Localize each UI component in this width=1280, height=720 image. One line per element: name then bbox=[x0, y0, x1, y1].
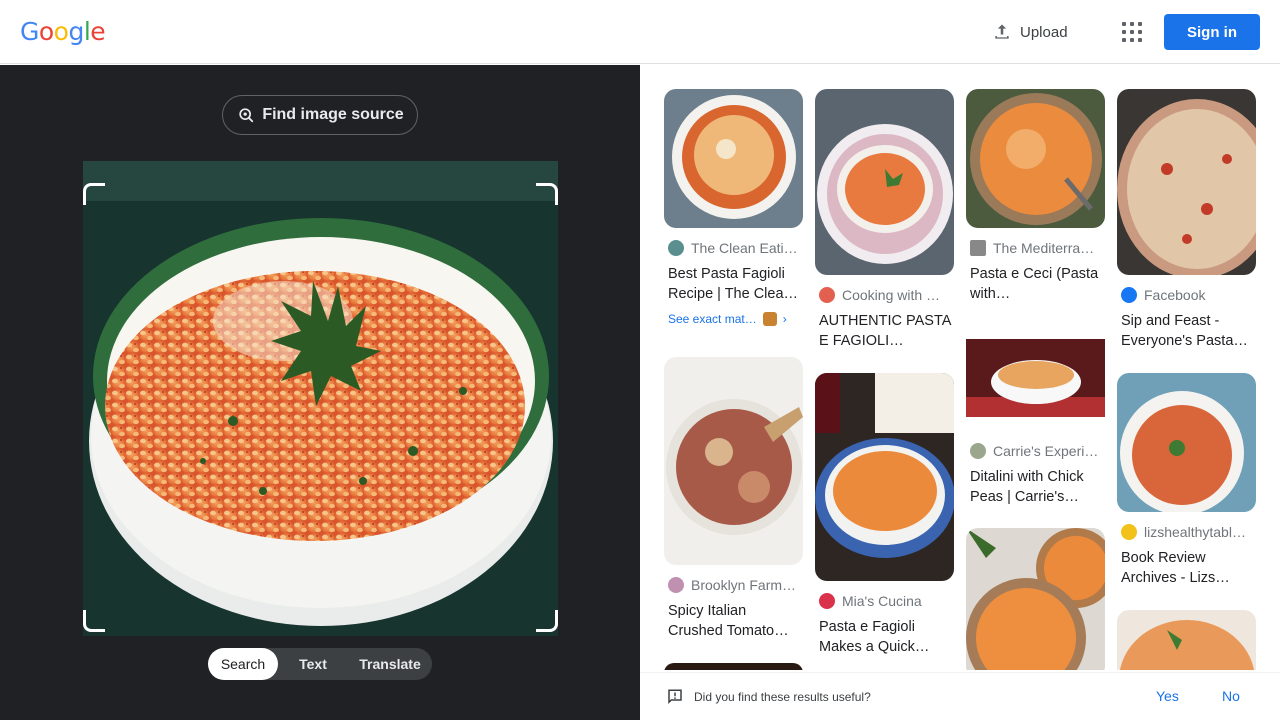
favicon-icon bbox=[668, 577, 684, 593]
result-card[interactable]: Mia's Cucina Pasta e Fagioli Makes a Qui… bbox=[815, 373, 954, 657]
feedback-question: Did you find these results useful? bbox=[694, 690, 871, 704]
facebook-icon bbox=[1121, 287, 1137, 303]
result-title[interactable]: AUTHENTIC PASTA E FAGIOLI… bbox=[815, 311, 954, 351]
upload-label: Upload bbox=[1020, 23, 1068, 41]
result-source: The Mediterra… bbox=[966, 240, 1105, 256]
result-card[interactable]: Facebook Sip and Feast - Everyone's Past… bbox=[1117, 89, 1256, 351]
favicon-icon bbox=[819, 287, 835, 303]
feedback-yes-button[interactable]: Yes bbox=[1156, 688, 1179, 704]
result-title[interactable]: Sip and Feast - Everyone's Pasta… bbox=[1117, 311, 1256, 351]
find-image-source-button[interactable]: Find image source bbox=[222, 95, 418, 135]
result-thumbnail[interactable] bbox=[664, 357, 803, 565]
result-source: Carrie's Experi… bbox=[966, 443, 1105, 459]
result-thumbnail[interactable] bbox=[664, 89, 803, 228]
result-card[interactable]: The Clean Eati… Best Pasta Fagioli Recip… bbox=[664, 89, 803, 326]
feedback-no-button[interactable]: No bbox=[1222, 688, 1240, 704]
query-image[interactable] bbox=[83, 161, 558, 636]
tab-translate[interactable]: Translate bbox=[348, 648, 432, 680]
result-card[interactable]: Cooking with … AUTHENTIC PASTA E FAGIOLI… bbox=[815, 89, 954, 351]
favicon-icon bbox=[970, 240, 986, 256]
logo-letter: o bbox=[53, 17, 69, 46]
favicon-icon bbox=[1121, 524, 1137, 540]
favicon-icon bbox=[970, 443, 986, 459]
lens-search-icon bbox=[239, 108, 254, 123]
result-thumbnail[interactable] bbox=[664, 663, 803, 670]
result-source: Facebook bbox=[1117, 287, 1256, 303]
crop-corner-tl[interactable] bbox=[83, 183, 105, 205]
result-thumbnail[interactable] bbox=[966, 327, 1105, 431]
logo-letter: g bbox=[68, 17, 84, 46]
result-card[interactable]: The Mediterra… Pasta e Ceci (Pasta with… bbox=[966, 89, 1105, 304]
tab-search[interactable]: Search bbox=[208, 648, 278, 680]
result-thumbnail[interactable] bbox=[1117, 373, 1256, 512]
result-source: Brooklyn Farm… bbox=[664, 577, 803, 593]
result-title[interactable]: Ditalini with Chick Peas | Carrie's… bbox=[966, 467, 1105, 507]
see-exact-match-link[interactable]: See exact mat… › bbox=[664, 312, 803, 326]
result-title[interactable]: Book Review Archives - Lizs… bbox=[1117, 548, 1256, 588]
result-source: Mia's Cucina bbox=[815, 593, 954, 609]
result-card[interactable] bbox=[966, 528, 1105, 670]
query-image-panel: Find image source Search Text Translate bbox=[0, 65, 640, 720]
favicon-icon bbox=[819, 593, 835, 609]
google-logo[interactable]: Google bbox=[20, 17, 106, 46]
result-card[interactable]: lizshealthytabl… Book Review Archives - … bbox=[1117, 373, 1256, 588]
result-thumbnail[interactable] bbox=[1117, 89, 1256, 275]
feedback-bar: Did you find these results useful? Yes N… bbox=[640, 672, 1280, 720]
result-card[interactable]: Carrie's Experi… Ditalini with Chick Pea… bbox=[966, 327, 1105, 507]
result-source: Cooking with … bbox=[815, 287, 954, 303]
logo-letter: G bbox=[20, 17, 39, 46]
result-title[interactable]: Spicy Italian Crushed Tomato… bbox=[664, 601, 803, 641]
result-source: lizshealthytabl… bbox=[1117, 524, 1256, 540]
result-thumbnail[interactable] bbox=[966, 528, 1105, 670]
result-thumbnail[interactable] bbox=[966, 89, 1105, 228]
sign-in-button[interactable]: Sign in bbox=[1164, 14, 1260, 50]
feedback-icon bbox=[668, 689, 682, 705]
visual-matches-grid: The Clean Eati… Best Pasta Fagioli Recip… bbox=[640, 65, 1280, 670]
find-image-source-label: Find image source bbox=[262, 106, 404, 123]
tab-text[interactable]: Text bbox=[278, 648, 348, 680]
result-title[interactable]: Pasta e Fagioli Makes a Quick… bbox=[815, 617, 954, 657]
result-title[interactable]: Best Pasta Fagioli Recipe | The Clea… bbox=[664, 264, 803, 304]
result-thumbnail[interactable] bbox=[815, 373, 954, 581]
logo-letter: e bbox=[90, 17, 106, 46]
crop-corner-tr[interactable] bbox=[536, 183, 558, 205]
apps-grid-icon[interactable] bbox=[1120, 20, 1144, 44]
top-bar: Google Upload Sign in bbox=[0, 0, 1280, 64]
chevron-right-icon: › bbox=[782, 312, 787, 326]
crop-corner-br[interactable] bbox=[536, 610, 558, 632]
mode-tabs: Search Text Translate bbox=[208, 648, 432, 680]
upload-icon bbox=[995, 24, 1009, 39]
result-source: The Clean Eati… bbox=[664, 240, 803, 256]
result-card[interactable] bbox=[1117, 610, 1256, 670]
logo-letter: o bbox=[38, 17, 54, 46]
exact-match-thumb-icon bbox=[762, 312, 777, 326]
result-card[interactable]: Brooklyn Farm… Spicy Italian Crushed Tom… bbox=[664, 357, 803, 641]
result-thumbnail[interactable] bbox=[1117, 610, 1256, 670]
result-title[interactable]: Pasta e Ceci (Pasta with… bbox=[966, 264, 1105, 304]
upload-button[interactable]: Upload bbox=[992, 20, 1068, 44]
result-thumbnail[interactable] bbox=[815, 89, 954, 275]
favicon-icon bbox=[668, 240, 684, 256]
crop-corner-bl[interactable] bbox=[83, 610, 105, 632]
result-card[interactable] bbox=[664, 663, 803, 670]
